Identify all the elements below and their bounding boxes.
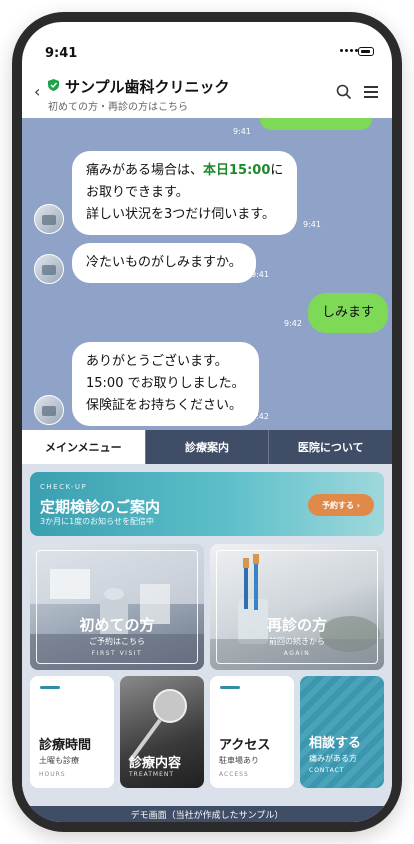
message-timestamp: 9:41 <box>303 220 321 229</box>
again-card[interactable]: 再診の方 前回の続きから AGAIN <box>210 544 384 670</box>
tab-about-clinic[interactable]: 医院について <box>268 430 392 464</box>
status-time: 9:41 <box>45 46 78 61</box>
first-visit-title: 初めての方 <box>79 616 155 634</box>
again-en: AGAIN <box>283 650 311 657</box>
hours-title: 診療時間 <box>39 738 92 753</box>
battery-icon <box>358 47 374 56</box>
highlight-time: 本日15:00 <box>203 163 271 178</box>
message-timestamp: 9:41 <box>251 270 269 279</box>
access-subtitle: 駐車場あり <box>219 756 259 765</box>
rich-menu-tabs: メインメニュー 診療案内 医院について <box>22 430 392 464</box>
screen: 9:41 ‹ サンプル歯科クリニック 初めての方・再診の方はこちら 9:41 痛… <box>22 22 392 822</box>
banner-title: 定期検診のご案内 <box>40 498 161 516</box>
banner-subtitle: 3か月に1度のお知らせを配信中 <box>40 517 155 526</box>
clinic-avatar <box>34 204 64 234</box>
bot-message-bubble: 痛みがある場合は、本日15:00に お取りできます。 詳しい状況を3つだけ伺いま… <box>72 151 298 235</box>
message-timestamp: 9:42 <box>284 319 302 328</box>
access-en: ACCESS <box>219 771 249 778</box>
verified-shield-icon <box>48 79 59 91</box>
clinic-title: サンプル歯科クリニック <box>65 78 230 96</box>
clinic-avatar <box>34 395 64 425</box>
contact-title: 相談する <box>309 736 362 751</box>
contact-subtitle: 痛みがある方 <box>309 754 357 763</box>
bot-message-bubble: 冷たいものがしみますか。 <box>72 243 256 283</box>
again-subtitle: 前回の続きから <box>269 637 325 646</box>
message-timestamp: 9:42 <box>251 412 269 421</box>
tab-treatment-info[interactable]: 診療案内 <box>144 430 269 464</box>
hours-card[interactable]: 診療時間 土曜も診療 HOURS <box>30 676 114 788</box>
clinic-avatar <box>34 254 64 284</box>
chat-area: 9:41 痛みがある場合は、本日15:00に お取りできます。 詳しい状況を3つ… <box>22 118 392 430</box>
hours-subtitle: 土曜も診療 <box>39 756 79 765</box>
demo-footer: デモ画面（当社が作成したサンプル） <box>22 806 392 822</box>
message-timestamp: 9:41 <box>233 127 251 136</box>
access-title: アクセス <box>219 738 271 753</box>
back-chevron-icon[interactable]: ‹ <box>34 82 40 101</box>
previous-message-bubble <box>260 118 372 130</box>
treatment-en: TREATMENT <box>129 771 175 778</box>
first-visit-card[interactable]: 初めての方 ご予約はこちら FIRST VISIT <box>30 544 204 670</box>
access-card[interactable]: アクセス 駐車場あり ACCESS <box>210 676 294 788</box>
rich-menu: CHECK-UP 定期検診のご案内 3か月に1度のお知らせを配信中 予約する ›… <box>22 464 392 806</box>
banner-eyebrow: CHECK-UP <box>40 483 88 491</box>
reserve-button[interactable]: 予約する › <box>308 494 374 516</box>
again-title: 再診の方 <box>266 616 327 634</box>
first-visit-en: FIRST VISIT <box>91 650 143 657</box>
hamburger-menu-icon[interactable] <box>364 86 378 98</box>
chat-header: ‹ サンプル歯科クリニック 初めての方・再診の方はこちら <box>22 68 392 118</box>
hours-en: HOURS <box>39 771 66 778</box>
tab-main-menu[interactable]: メインメニュー <box>22 430 145 464</box>
checkup-banner[interactable]: CHECK-UP 定期検診のご案内 3か月に1度のお知らせを配信中 予約する › <box>30 472 384 536</box>
header-subtitle: 初めての方・再診の方はこちら <box>48 102 188 113</box>
signal-icon <box>340 49 358 52</box>
treatment-title: 診療内容 <box>129 756 182 771</box>
phone-frame: 9:41 ‹ サンプル歯科クリニック 初めての方・再診の方はこちら 9:41 痛… <box>12 12 402 832</box>
contact-en: CONTACT <box>309 767 345 774</box>
first-visit-subtitle: ご予約はこちら <box>89 637 145 646</box>
user-message-bubble: しみます <box>308 293 389 333</box>
bot-message-bubble: ありがとうございます。 15:00 でお取りしました。 保険証をお持ちください。 <box>72 342 259 426</box>
status-bar: 9:41 <box>22 22 392 68</box>
contact-card[interactable]: 相談する 痛みがある方 CONTACT <box>300 676 384 788</box>
treatment-card[interactable]: 診療内容 TREATMENT <box>120 676 204 788</box>
search-icon[interactable] <box>336 84 352 100</box>
